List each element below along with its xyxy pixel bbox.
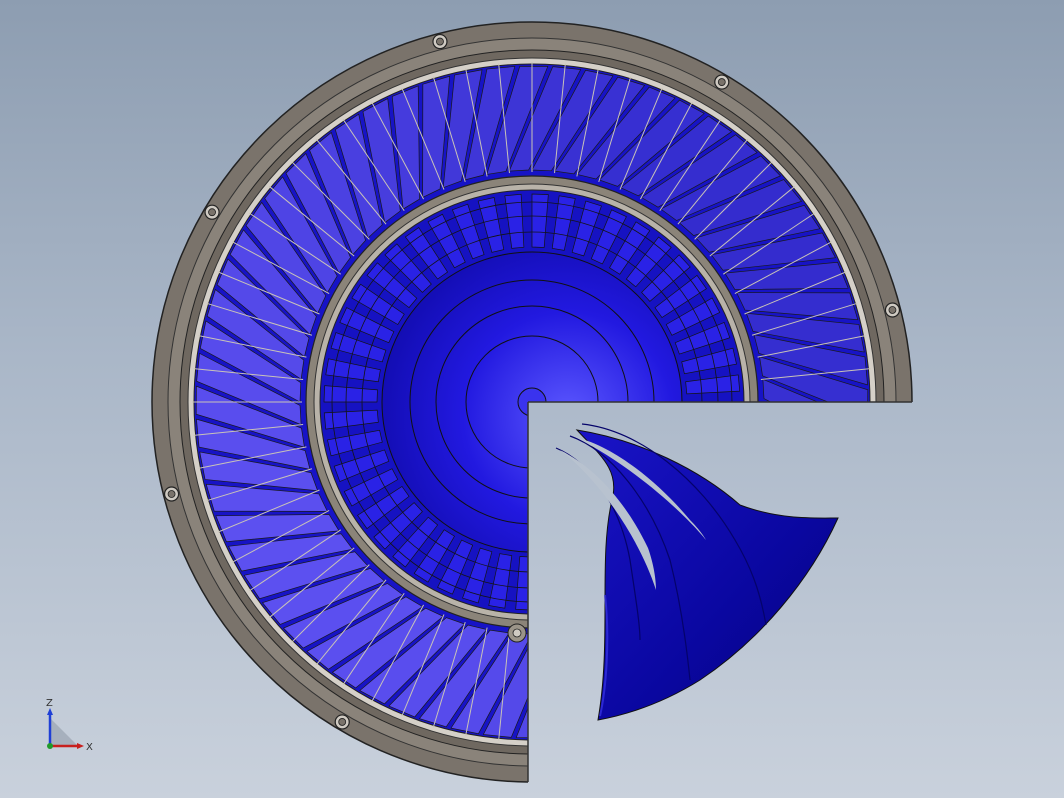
outer-blade (759, 424, 858, 516)
mount-hole-bore (167, 490, 176, 498)
inner-vane (559, 551, 587, 607)
stator-strut (576, 627, 599, 736)
stator-strut (554, 630, 566, 741)
mount-hole (616, 754, 632, 771)
mount-hole-bore (620, 758, 628, 767)
z-arrow-icon (47, 708, 53, 715)
mount-hole-bore (208, 208, 216, 217)
mount-hole-bore (436, 37, 444, 46)
inner-vane (683, 421, 739, 446)
mount-hole-bore (888, 306, 897, 314)
outer-blade (762, 401, 865, 484)
inner-vane (677, 441, 734, 472)
ring-boss-hole (512, 628, 522, 638)
mount-hole-bore (717, 78, 726, 86)
stator-strut (757, 446, 866, 469)
inner-vane (686, 401, 741, 419)
stator-strut (751, 468, 858, 502)
blade-body (575, 429, 839, 721)
inner-vane (539, 555, 560, 611)
detached-blade-group (555, 423, 839, 721)
mount-hole (844, 584, 860, 600)
y-axis-icon (47, 743, 53, 749)
coordinate-triad: Z X (46, 698, 93, 753)
mount-hole-bore (338, 718, 347, 726)
stator-strut (760, 424, 871, 436)
mount-hole-bore (848, 587, 856, 596)
x-axis-label: X (86, 742, 93, 753)
graphics-viewport[interactable]: Z X (0, 0, 1064, 798)
z-axis-label: Z (46, 698, 53, 709)
outer-blade (548, 623, 600, 738)
x-arrow-icon (77, 743, 84, 749)
triad-plane-icon (50, 718, 78, 746)
turbine-model-view[interactable] (0, 0, 1064, 798)
